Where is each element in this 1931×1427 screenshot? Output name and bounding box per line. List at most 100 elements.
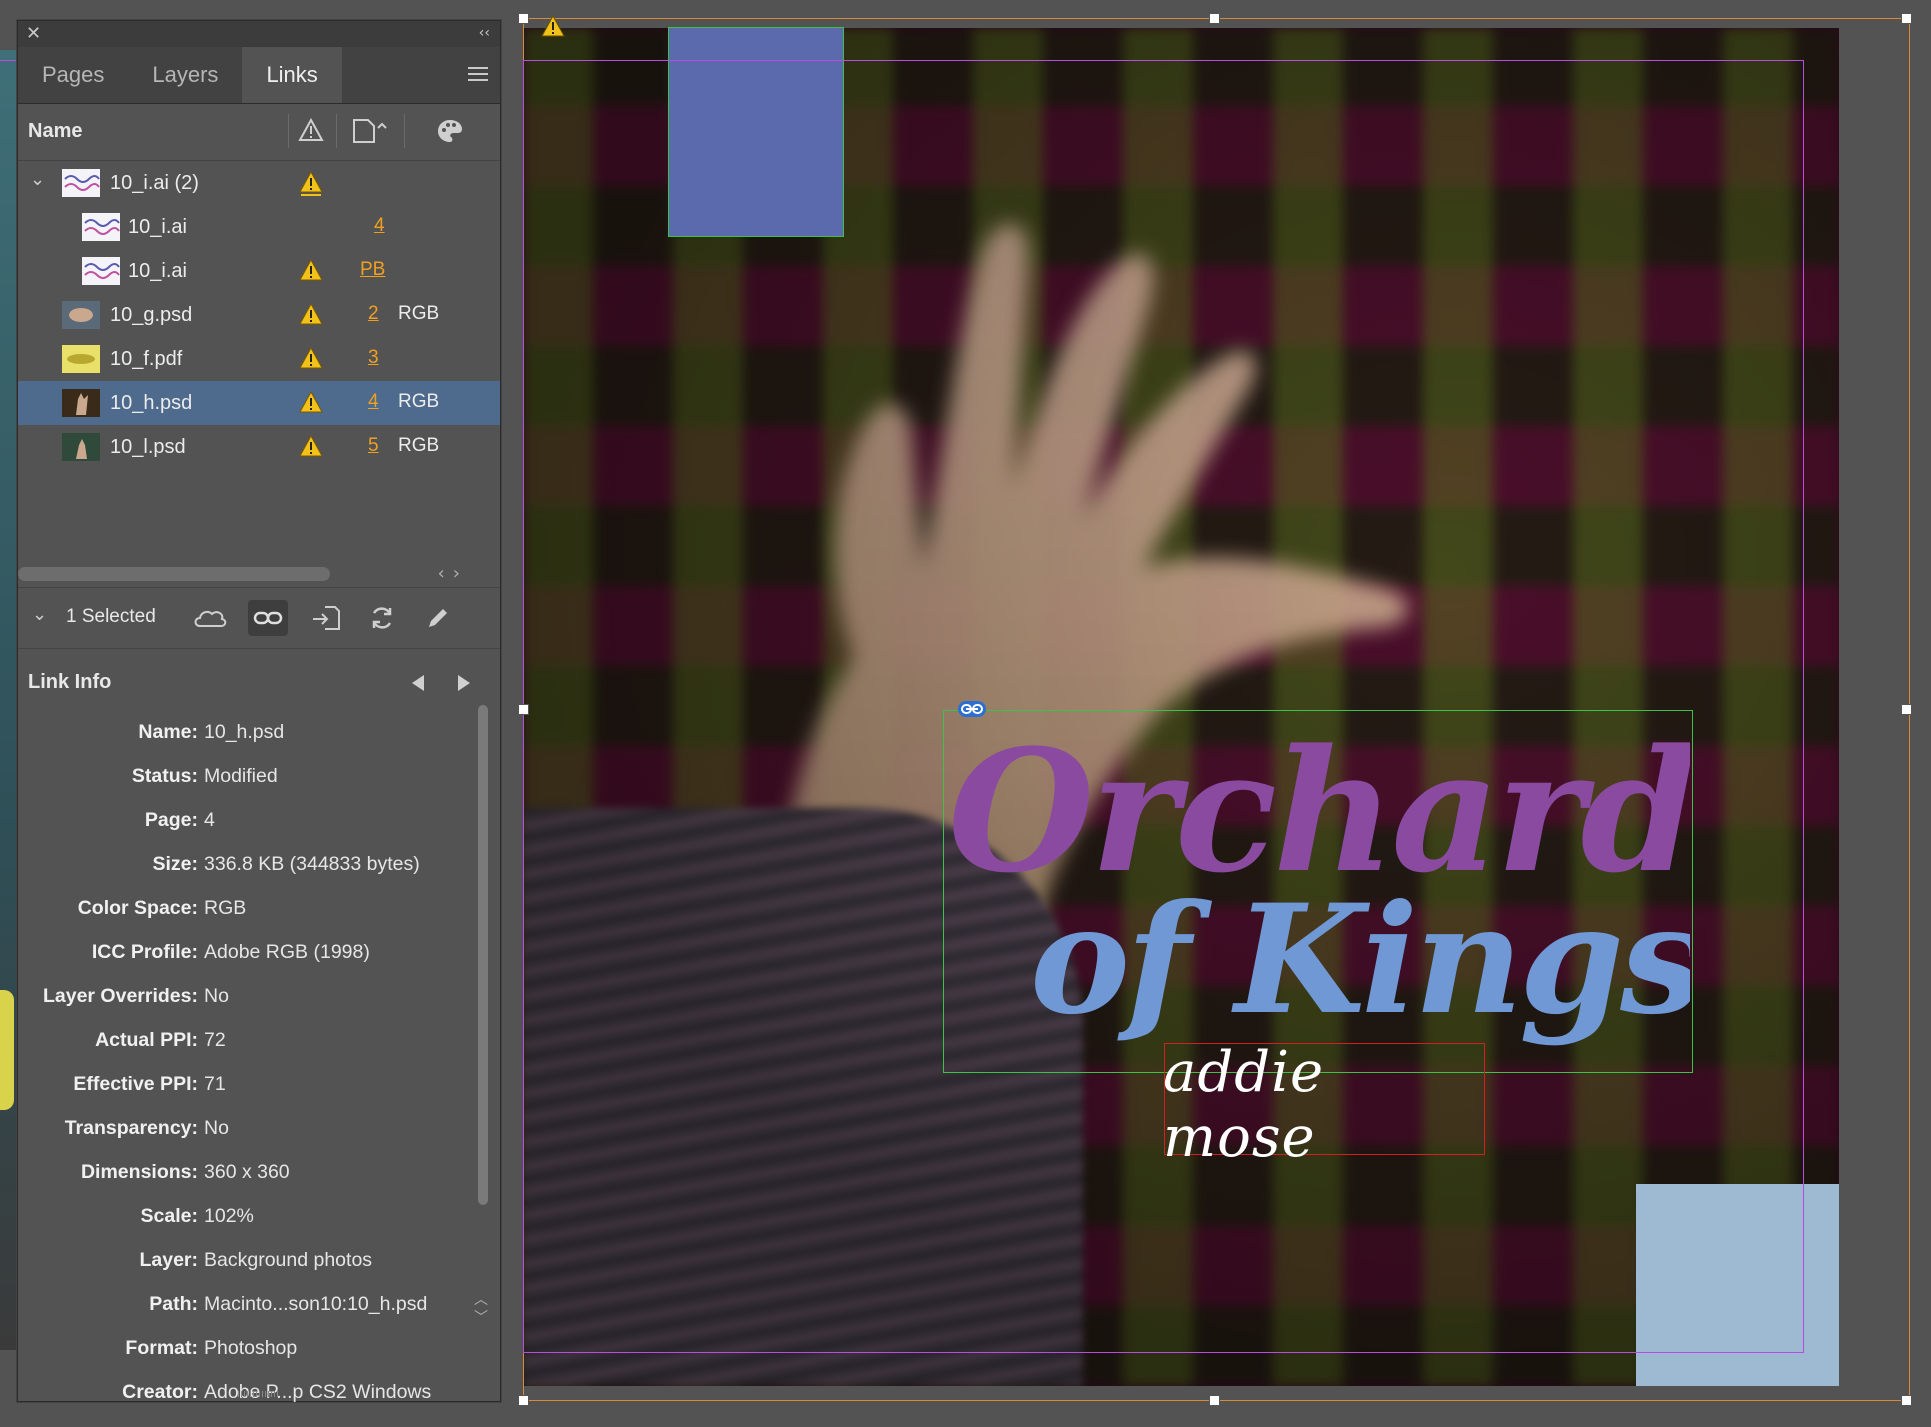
link-page-number[interactable]: 2 <box>368 303 379 325</box>
chain-link-icon <box>253 611 283 625</box>
psd-thumbnail-icon <box>62 389 100 417</box>
info-row-name: Name: 10_h.psd <box>138 721 285 743</box>
links-column-header: Name <box>18 104 500 161</box>
link-info-header: Link Info <box>18 655 500 711</box>
warning-icon[interactable] <box>298 258 324 284</box>
selection-handle[interactable] <box>1901 1395 1912 1406</box>
panel-title-bar[interactable]: ✕ ‹‹ <box>18 21 500 47</box>
list-item[interactable]: ⌄ 10_i.ai (2) <box>18 161 500 205</box>
list-item[interactable]: 10_i.ai PB <box>18 249 500 293</box>
chevron-down-icon[interactable]: ⌄ <box>30 169 45 190</box>
margin-guide-left <box>0 60 18 61</box>
link-page-number[interactable]: 3 <box>368 347 379 369</box>
link-name: 10_g.psd <box>110 304 193 326</box>
column-name-header[interactable]: Name <box>28 120 82 143</box>
info-row-icc-profile: ICC Profile: Adobe RGB (1998) <box>91 941 370 963</box>
scrollbar-thumb[interactable] <box>478 705 488 1205</box>
double-chevron-left-icon[interactable]: ‹‹ <box>479 25 490 41</box>
link-color-space: RGB <box>398 435 440 456</box>
selection-handle[interactable] <box>518 13 529 24</box>
links-toolbar: ⌄ 1 Selected <box>18 587 500 649</box>
link-name: 10_f.pdf <box>110 348 183 370</box>
info-row-dimensions: Dimensions: 360 x 360 <box>80 1161 290 1183</box>
palette-column-icon[interactable] <box>436 118 464 144</box>
list-item[interactable]: 10_l.psd 5 RGB <box>18 425 500 469</box>
warning-icon[interactable] <box>298 302 324 328</box>
warning-column-icon[interactable] <box>298 118 324 142</box>
next-link-icon[interactable] <box>458 675 470 691</box>
link-info-list: Name: 10_h.psd Status: Modified Page: 4 Siz… <box>18 711 500 1427</box>
scrollbar-thumb[interactable] <box>18 567 330 581</box>
pencil-icon <box>429 609 447 627</box>
relink-button[interactable] <box>248 600 288 636</box>
scroll-arrows-icon[interactable]: ‹› <box>438 563 468 584</box>
tab-layers[interactable]: Layers <box>128 47 242 103</box>
list-item[interactable]: 10_g.psd 2 RGB <box>18 293 500 337</box>
resize-grip-icon[interactable] <box>238 1391 278 1397</box>
warning-icon[interactable] <box>298 170 324 196</box>
selection-handle[interactable] <box>518 704 529 715</box>
list-empty-area <box>18 469 500 563</box>
link-color-space: RGB <box>398 303 440 324</box>
refresh-icon <box>372 607 392 629</box>
chevron-down-icon[interactable]: ⌄ <box>32 604 47 625</box>
links-panel: ✕ ‹‹ Pages Layers Links Name ⌄ 10_i.ai (… <box>17 20 501 1403</box>
link-name: 10_l.psd <box>110 436 186 458</box>
panel-tabs: Pages Layers Links <box>18 47 500 104</box>
info-row-page: Page: 4 <box>144 809 215 831</box>
hamburger-menu-icon[interactable] <box>468 67 488 85</box>
update-link-button[interactable] <box>362 600 402 636</box>
chain-link-icon[interactable] <box>957 700 987 718</box>
link-name: 10_i.ai <box>128 260 187 282</box>
link-page-number[interactable]: 5 <box>368 435 379 457</box>
ai-thumbnail-icon <box>62 169 100 197</box>
link-name: 10_h.psd <box>110 392 193 414</box>
ai-thumbnail-icon <box>82 257 120 285</box>
warning-icon[interactable] <box>298 434 324 460</box>
selection-handle[interactable] <box>1901 704 1912 715</box>
link-page-number[interactable]: PB <box>360 259 385 281</box>
info-row-status: Status: Modified <box>131 765 278 787</box>
selection-handle[interactable] <box>1209 13 1220 24</box>
warning-icon[interactable] <box>540 14 566 38</box>
author-name[interactable]: addie mose <box>1163 1040 1493 1170</box>
list-item[interactable]: 10_f.pdf 3 <box>18 337 500 381</box>
scroll-up-down-icon[interactable]: ︿ ﹀ <box>474 1291 488 1327</box>
info-row-effective-ppi: Effective PPI: 71 <box>73 1073 226 1095</box>
link-page-number[interactable]: 4 <box>368 391 379 413</box>
cloud-icon <box>194 610 227 627</box>
info-row-layer-overrides: Layer Overrides: No <box>42 985 229 1007</box>
page-column-icon[interactable] <box>352 118 388 144</box>
goto-link-button[interactable] <box>306 600 346 636</box>
selection-handle[interactable] <box>1901 13 1912 24</box>
tab-pages[interactable]: Pages <box>18 47 128 103</box>
cloud-button[interactable] <box>190 600 230 636</box>
warning-icon[interactable] <box>298 346 324 372</box>
psd-thumbnail-icon <box>62 433 100 461</box>
info-row-format: Format: Photoshop <box>125 1337 298 1359</box>
link-info-title: Link Info <box>28 671 112 693</box>
info-row-scale: Scale: 102% <box>140 1205 254 1227</box>
ai-thumbnail-icon <box>82 213 120 241</box>
warning-icon[interactable] <box>298 390 324 416</box>
link-name: 10_i.ai (2) <box>110 172 199 194</box>
title-line-of-kings: of Kings <box>1030 872 1690 1048</box>
selection-count: 1 Selected <box>66 606 156 627</box>
list-item-selected[interactable]: 10_h.psd 4 RGB <box>18 381 500 425</box>
goto-link-icon <box>313 606 340 630</box>
cover-title[interactable]: Orchard of Kings <box>930 700 1690 1070</box>
info-row-color-space: Color Space: RGB <box>77 897 247 919</box>
link-name: 10_i.ai <box>128 216 187 238</box>
tab-links[interactable]: Links <box>242 47 342 103</box>
horizontal-scrollbar[interactable]: ‹› <box>18 563 500 587</box>
vertical-scrollbar[interactable] <box>474 705 492 1205</box>
close-icon[interactable]: ✕ <box>26 23 41 44</box>
selection-handle[interactable] <box>518 1395 529 1406</box>
selection-handle[interactable] <box>1209 1395 1220 1406</box>
previous-link-icon[interactable] <box>412 675 424 691</box>
edit-original-button[interactable] <box>418 600 458 636</box>
psd-thumbnail-icon <box>62 301 100 329</box>
info-row-size: Size: 336.8 KB (344833 bytes) <box>152 853 420 875</box>
link-page-number[interactable]: 4 <box>374 215 385 237</box>
list-item[interactable]: 10_i.ai 4 <box>18 205 500 249</box>
